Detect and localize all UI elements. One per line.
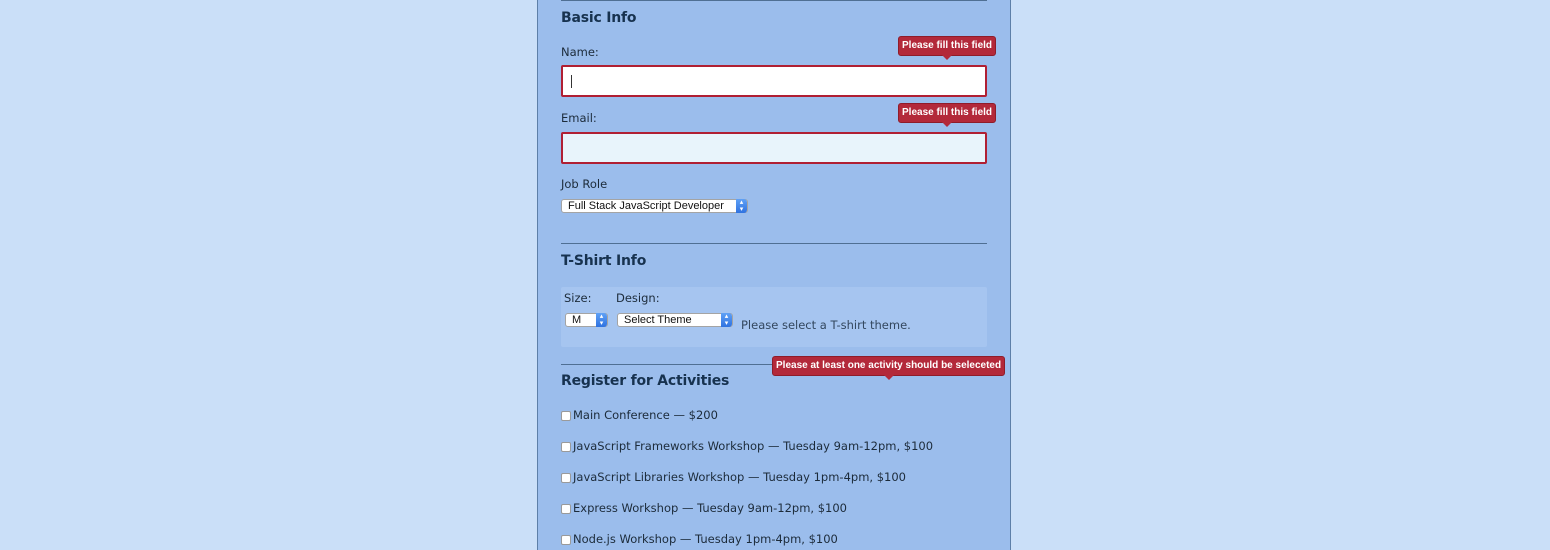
activity-checkbox[interactable] [561, 411, 571, 421]
activity-item[interactable]: Express Workshop — Tuesday 9am-12pm, $10… [561, 501, 847, 515]
design-selected: Select Theme [624, 314, 692, 326]
divider [561, 243, 987, 244]
tshirt-info-title: T-Shirt Info [561, 253, 647, 269]
activity-checkbox[interactable] [561, 504, 571, 514]
activity-label: JavaScript Frameworks Workshop — Tuesday… [573, 439, 934, 453]
divider [561, 0, 987, 1]
design-label: Design: [616, 291, 660, 305]
job-role-select[interactable]: Full Stack JavaScript Developer ▴ ▾ [561, 199, 748, 213]
activity-label: Express Workshop — Tuesday 9am-12pm, $10… [573, 501, 847, 515]
basic-info-title: Basic Info [561, 10, 637, 26]
activities-title: Register for Activities [561, 373, 730, 389]
name-error-tooltip: Please fill this field [898, 36, 997, 56]
activity-checkbox[interactable] [561, 442, 571, 452]
name-label: Name: [561, 45, 599, 59]
activity-label: Main Conference — $200 [573, 408, 718, 422]
size-label: Size: [564, 291, 592, 305]
activity-checkbox[interactable] [561, 473, 571, 483]
design-hint: Please select a T-shirt theme. [741, 318, 911, 332]
email-input[interactable] [561, 132, 987, 164]
activity-item[interactable]: JavaScript Frameworks Workshop — Tuesday… [561, 439, 933, 453]
select-arrows-icon: ▴ ▾ [721, 313, 732, 327]
size-select[interactable]: M ▴ ▾ [565, 313, 608, 327]
activity-label: Node.js Workshop — Tuesday 1pm-4pm, $100 [573, 532, 838, 546]
text-caret [571, 75, 572, 88]
size-selected: M [572, 314, 582, 326]
activities-error-tooltip: Please at least one activity should be s… [772, 356, 1006, 376]
activity-checkbox[interactable] [561, 535, 571, 545]
name-input[interactable] [561, 65, 987, 97]
select-arrows-icon: ▴ ▾ [736, 199, 747, 213]
select-arrows-icon: ▴ ▾ [596, 313, 607, 327]
activity-item[interactable]: Node.js Workshop — Tuesday 1pm-4pm, $100 [561, 532, 838, 546]
activity-item[interactable]: JavaScript Libraries Workshop — Tuesday … [561, 470, 906, 484]
job-role-selected: Full Stack JavaScript Developer [568, 200, 724, 212]
activity-item[interactable]: Main Conference — $200 [561, 408, 718, 422]
registration-form: Basic Info Name: Please fill this field … [537, 0, 1011, 550]
email-label: Email: [561, 111, 597, 125]
job-role-label: Job Role [561, 177, 608, 191]
tshirt-options-panel: Size: Design: M ▴ ▾ Select Theme ▴ ▾ Pleas… [561, 287, 987, 347]
design-select[interactable]: Select Theme ▴ ▾ [617, 313, 733, 327]
activity-label: JavaScript Libraries Workshop — Tuesday … [573, 470, 906, 484]
email-error-tooltip: Please fill this field [898, 103, 997, 123]
